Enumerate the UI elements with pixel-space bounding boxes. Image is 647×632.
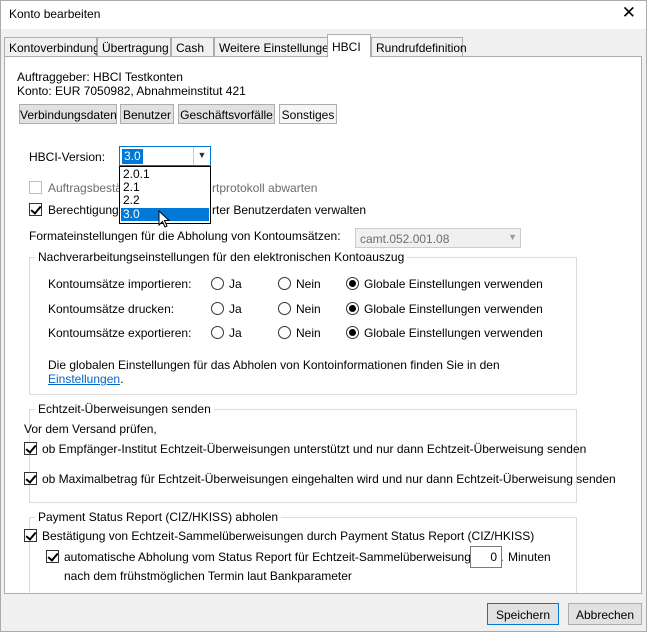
format-value: camt.052.001.08 <box>360 232 450 246</box>
berechtigungen-checkbox[interactable] <box>29 203 42 216</box>
auftragsbestaetigung-label-end: rtprotokoll abwarten <box>212 181 318 195</box>
echtzeit-intro: Vor dem Versand prüfen, <box>24 422 157 436</box>
payment-status-line3: nach dem frühstmöglichen Termin laut Ban… <box>64 569 352 583</box>
tab-hbci[interactable]: HBCI <box>327 34 371 58</box>
auftraggeber-text: Auftraggeber: HBCI Testkonten <box>17 70 183 84</box>
radio-global-label: Globale Einstellungen verwenden <box>364 302 543 316</box>
dialog-window: Konto bearbeiten ✕ Kontoverbindung Übert… <box>0 0 647 632</box>
importieren-global-radio[interactable] <box>346 277 359 290</box>
payment-status-auto-checkbox[interactable] <box>46 550 59 563</box>
importieren-nein-radio[interactable] <box>278 277 291 290</box>
echtzeit-title: Echtzeit-Überweisungen senden <box>35 402 214 416</box>
payment-status-bestaetigung-checkbox[interactable] <box>24 529 37 542</box>
auftragsbestaetigung-label-start: Auftragsbestä <box>48 181 123 195</box>
version-option-2-2[interactable]: 2.2 <box>121 194 209 207</box>
echtzeit-maximalbetrag-label: ob Maximalbetrag für Echtzeit-Überweisun… <box>42 472 616 486</box>
exportieren-global-radio[interactable] <box>346 326 359 339</box>
radio-ja-label: Ja <box>229 302 242 316</box>
chevron-down-icon[interactable]: ▼ <box>193 147 210 165</box>
tab-kontoverbindung[interactable]: Kontoverbindung <box>4 37 100 57</box>
echtzeit-institut-label: ob Empfänger-Institut Echtzeit-Überweisu… <box>42 442 587 456</box>
subtab-sonstiges[interactable]: Sonstiges <box>279 104 337 124</box>
format-label: Formateinstellungen für die Abholung von… <box>29 229 341 243</box>
radio-nein-label: Nein <box>296 326 321 340</box>
mouse-cursor-icon <box>158 210 171 228</box>
hbci-version-value: 3.0 <box>122 149 143 164</box>
subtab-verbindungsdaten[interactable]: Verbindungsdaten <box>19 104 117 124</box>
tab-rundrufdefinition[interactable]: Rundrufdefinition <box>371 37 467 57</box>
exportieren-ja-radio[interactable] <box>211 326 224 339</box>
radio-nein-label: Nein <box>296 302 321 316</box>
radio-ja-label: Ja <box>229 326 242 340</box>
echtzeit-maximalbetrag-checkbox[interactable] <box>24 472 37 485</box>
einstellungen-note: Die globalen Einstellungen für das Abhol… <box>48 358 500 372</box>
minutes-label: Minuten <box>508 550 551 564</box>
payment-status-auto-label: automatische Abholung vom Status Report … <box>64 550 504 564</box>
echtzeit-institut-checkbox[interactable] <box>24 442 37 455</box>
drucken-ja-radio[interactable] <box>211 302 224 315</box>
hbci-version-select[interactable]: 3.0 ▼ <box>119 146 211 166</box>
close-icon[interactable]: ✕ <box>622 4 636 22</box>
tab-uebertragung[interactable]: Übertragung <box>97 37 171 57</box>
save-button[interactable]: Speichern <box>487 603 559 625</box>
drucken-label: Kontoumsätze drucken: <box>48 302 175 316</box>
tab-cash[interactable]: Cash <box>171 37 214 57</box>
subtab-benutzer[interactable]: Benutzer <box>120 104 174 124</box>
radio-nein-label: Nein <box>296 277 321 291</box>
konto-text: Konto: EUR 7050982, Abnahmeinstitut 421 <box>17 84 246 98</box>
exportieren-label: Kontoumsätze exportieren: <box>48 326 192 340</box>
cancel-button[interactable]: Abbrechen <box>568 603 642 625</box>
importieren-ja-radio[interactable] <box>211 277 224 290</box>
payment-status-title: Payment Status Report (CIZ/HKISS) abhole… <box>35 510 282 524</box>
importieren-label: Kontoumsätze importieren: <box>48 277 192 291</box>
title-bar: Konto bearbeiten ✕ <box>1 1 646 29</box>
minutes-input[interactable]: 0 <box>470 546 502 568</box>
nachverarbeitung-group: Nachverarbeitungseinstellungen für den e… <box>29 250 577 395</box>
chevron-down-icon: ▼ <box>508 232 517 242</box>
nachverarbeitung-title: Nachverarbeitungseinstellungen für den e… <box>35 250 408 264</box>
subtab-geschaeftsvorfaelle[interactable]: Geschäftsvorfälle <box>178 104 275 124</box>
tab-weitere-einstellungen[interactable]: Weitere Einstellungen <box>214 37 336 57</box>
radio-global-label: Globale Einstellungen verwenden <box>364 277 543 291</box>
radio-ja-label: Ja <box>229 277 242 291</box>
format-select[interactable]: camt.052.001.08 ▼ <box>355 228 521 248</box>
berechtigungen-label-end: rter Benutzerdaten verwalten <box>212 203 367 217</box>
payment-status-group: Payment Status Report (CIZ/HKISS) abhole… <box>24 510 577 593</box>
hbci-panel: Auftraggeber: HBCI Testkonten Konto: EUR… <box>4 56 642 594</box>
auftragsbestaetigung-checkbox[interactable] <box>29 181 42 194</box>
drucken-global-radio[interactable] <box>346 302 359 315</box>
window-title: Konto bearbeiten <box>9 7 101 21</box>
einstellungen-link-suffix: . <box>120 372 124 386</box>
payment-status-bestaetigung-label: Bestätigung von Echtzeit-Sammelüberweisu… <box>42 529 535 543</box>
drucken-nein-radio[interactable] <box>278 302 291 315</box>
einstellungen-link[interactable]: Einstellungen <box>48 372 120 386</box>
echtzeit-group: Echtzeit-Überweisungen senden Vor dem Ve… <box>24 402 616 503</box>
radio-global-label: Globale Einstellungen verwenden <box>364 326 543 340</box>
exportieren-nein-radio[interactable] <box>278 326 291 339</box>
hbci-version-label: HBCI-Version: <box>29 150 106 164</box>
